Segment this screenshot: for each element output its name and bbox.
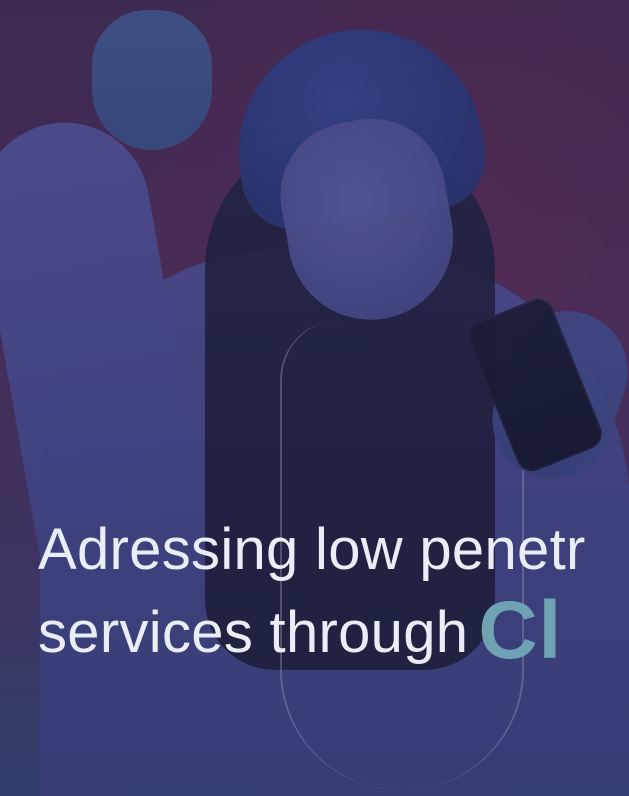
image-overlay (0, 0, 629, 796)
hero-banner: Adressing low penetr services through Cl (0, 0, 629, 796)
hero-headline: Adressing low penetr services through Cl (38, 510, 629, 673)
headline-line-2: services through Cl (38, 590, 629, 673)
brand-name-fragment: Cl (478, 585, 563, 676)
headline-line-1: Adressing low penetr (38, 517, 586, 582)
headline-line-2-prefix: services through (38, 600, 469, 665)
